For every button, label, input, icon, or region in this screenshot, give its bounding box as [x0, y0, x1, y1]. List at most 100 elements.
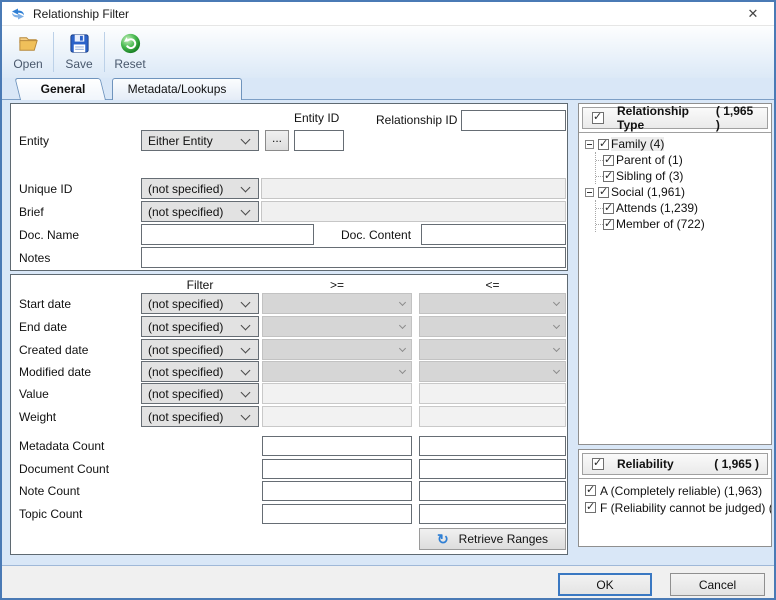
start-date-gte-datepicker — [262, 293, 412, 314]
retrieve-ranges-label: Retrieve Ranges — [458, 532, 549, 546]
tree-connector — [596, 159, 603, 161]
tree-item-sibling-of[interactable]: Sibling of (3) — [596, 168, 771, 184]
entity-section-panel: Entity ID Relationship ID Entity Either … — [10, 103, 568, 271]
window-title: Relationship Filter — [33, 6, 130, 21]
weight-lte-input — [419, 406, 566, 427]
tree-connector — [596, 175, 603, 177]
chevron-down-icon — [240, 182, 251, 192]
created-date-filter-combobox[interactable]: (not specified) — [141, 339, 259, 360]
filter-section-panel: Filter >= <= Start date (not specified) … — [10, 274, 568, 555]
doc-content-input[interactable] — [421, 224, 566, 245]
tab-general[interactable]: General — [14, 78, 106, 100]
reliability-a-checkbox[interactable] — [585, 483, 596, 496]
notes-input[interactable] — [141, 247, 566, 268]
list-item-reliability-a[interactable]: A (Completely reliable) (1,963) — [579, 482, 771, 499]
topic-count-label: Topic Count — [19, 507, 83, 521]
collapse-icon[interactable] — [585, 187, 594, 197]
relationship-type-tree: Family (4) Parent of (1) Sibling of (3) … — [579, 132, 771, 443]
member-of-checkbox[interactable] — [603, 217, 614, 230]
topic-count-gte-input[interactable] — [262, 504, 412, 524]
open-label: Open — [13, 57, 43, 71]
close-icon[interactable]: ✕ — [744, 5, 762, 23]
tree-item-parent-of[interactable]: Parent of (1) — [596, 152, 771, 168]
reliability-count: ( 1,965 ) — [714, 457, 759, 471]
reliability-checkbox[interactable] — [592, 456, 604, 470]
end-date-filter-combobox[interactable]: (not specified) — [141, 316, 259, 337]
relationship-type-title: Relationship Type — [617, 104, 690, 132]
tree-item-social[interactable]: Social (1,961) — [579, 184, 771, 200]
note-count-lte-input[interactable] — [419, 481, 566, 501]
tab-metadata-label: Metadata/Lookups — [127, 82, 227, 96]
chevron-down-icon — [552, 298, 561, 307]
start-date-lte-datepicker — [419, 293, 566, 314]
chevron-down-icon — [240, 410, 251, 420]
chevron-down-icon — [240, 320, 251, 330]
modified-date-label: Modified date — [19, 365, 92, 379]
chevron-down-icon — [240, 205, 251, 215]
tree-item-family[interactable]: Family (4) — [579, 136, 771, 152]
entity-combobox-value: Either Entity — [148, 133, 213, 148]
relationship-type-section: Relationship Type ( 1,965 ) Family (4) P… — [578, 103, 772, 445]
attends-checkbox[interactable] — [603, 201, 614, 214]
save-button[interactable]: Save — [59, 29, 99, 75]
collapse-icon[interactable] — [585, 139, 594, 149]
weight-filter-combobox[interactable]: (not specified) — [141, 406, 259, 427]
topic-count-lte-input[interactable] — [419, 504, 566, 524]
lte-column-header: <= — [485, 278, 500, 292]
reset-label: Reset — [114, 57, 146, 71]
retrieve-ranges-button[interactable]: ↻ Retrieve Ranges — [419, 528, 566, 550]
list-item-label: A (Completely reliable) (1,963) — [600, 483, 763, 498]
entity-combobox[interactable]: Either Entity — [141, 130, 259, 151]
social-children: Attends (1,239) Member of (722) — [595, 200, 771, 232]
reset-button[interactable]: Reset — [110, 29, 150, 75]
entity-id-input[interactable] — [294, 130, 344, 151]
note-count-gte-input[interactable] — [262, 481, 412, 501]
start-date-filter-combobox[interactable]: (not specified) — [141, 293, 259, 314]
weight-label: Weight — [19, 410, 57, 424]
save-floppy-icon — [69, 34, 89, 53]
start-date-label: Start date — [19, 297, 72, 311]
modified-date-filter-combobox[interactable]: (not specified) — [141, 361, 259, 382]
cancel-label: Cancel — [698, 577, 737, 592]
save-label: Save — [65, 57, 93, 71]
ok-button[interactable]: OK — [558, 573, 652, 596]
open-button[interactable]: Open — [8, 29, 48, 75]
tree-connector — [596, 223, 603, 225]
tree-item-label: Member of (722) — [616, 217, 705, 231]
sibling-of-checkbox[interactable] — [603, 169, 614, 182]
relationship-type-checkbox[interactable] — [592, 110, 604, 124]
brief-combobox[interactable]: (not specified) — [141, 201, 259, 222]
open-folder-icon — [18, 37, 38, 51]
tab-general-label: General — [40, 82, 86, 96]
gte-column-header: >= — [329, 278, 344, 292]
reliability-f-checkbox[interactable] — [585, 500, 596, 513]
metadata-count-lte-input[interactable] — [419, 436, 566, 456]
relationship-filter-dialog: Relationship Filter ✕ Open Save Reset Ge… — [0, 0, 776, 600]
doc-content-label: Doc. Content — [341, 228, 412, 242]
document-count-lte-input[interactable] — [419, 459, 566, 479]
doc-name-input[interactable] — [141, 224, 314, 245]
footer-bar: OK Cancel — [2, 565, 774, 598]
chevron-down-icon — [398, 366, 407, 375]
toolbar: Open Save Reset — [2, 26, 774, 78]
value-filter-combobox[interactable]: (not specified) — [141, 383, 259, 404]
entity-browse-button[interactable]: ... — [265, 130, 289, 151]
tree-item-attends[interactable]: Attends (1,239) — [596, 200, 771, 216]
metadata-count-gte-input[interactable] — [262, 436, 412, 456]
parent-of-checkbox[interactable] — [603, 153, 614, 166]
relationship-id-input[interactable] — [461, 110, 566, 131]
social-checkbox[interactable] — [598, 185, 609, 198]
list-item-reliability-f[interactable]: F (Reliability cannot be judged) ( — [579, 499, 771, 516]
document-count-gte-input[interactable] — [262, 459, 412, 479]
tree-item-member-of[interactable]: Member of (722) — [596, 216, 771, 232]
chevron-down-icon — [552, 321, 561, 330]
tree-item-label: Social (1,961) — [611, 185, 686, 199]
unique-id-combobox[interactable]: (not specified) — [141, 178, 259, 199]
reliability-list: A (Completely reliable) (1,963) F (Relia… — [579, 478, 771, 545]
value-label: Value — [19, 387, 49, 401]
cancel-button[interactable]: Cancel — [670, 573, 765, 596]
family-checkbox[interactable] — [598, 137, 609, 150]
tab-metadata-lookups[interactable]: Metadata/Lookups — [112, 78, 242, 100]
created-date-lte-datepicker — [419, 339, 566, 360]
value-lte-input — [419, 383, 566, 404]
